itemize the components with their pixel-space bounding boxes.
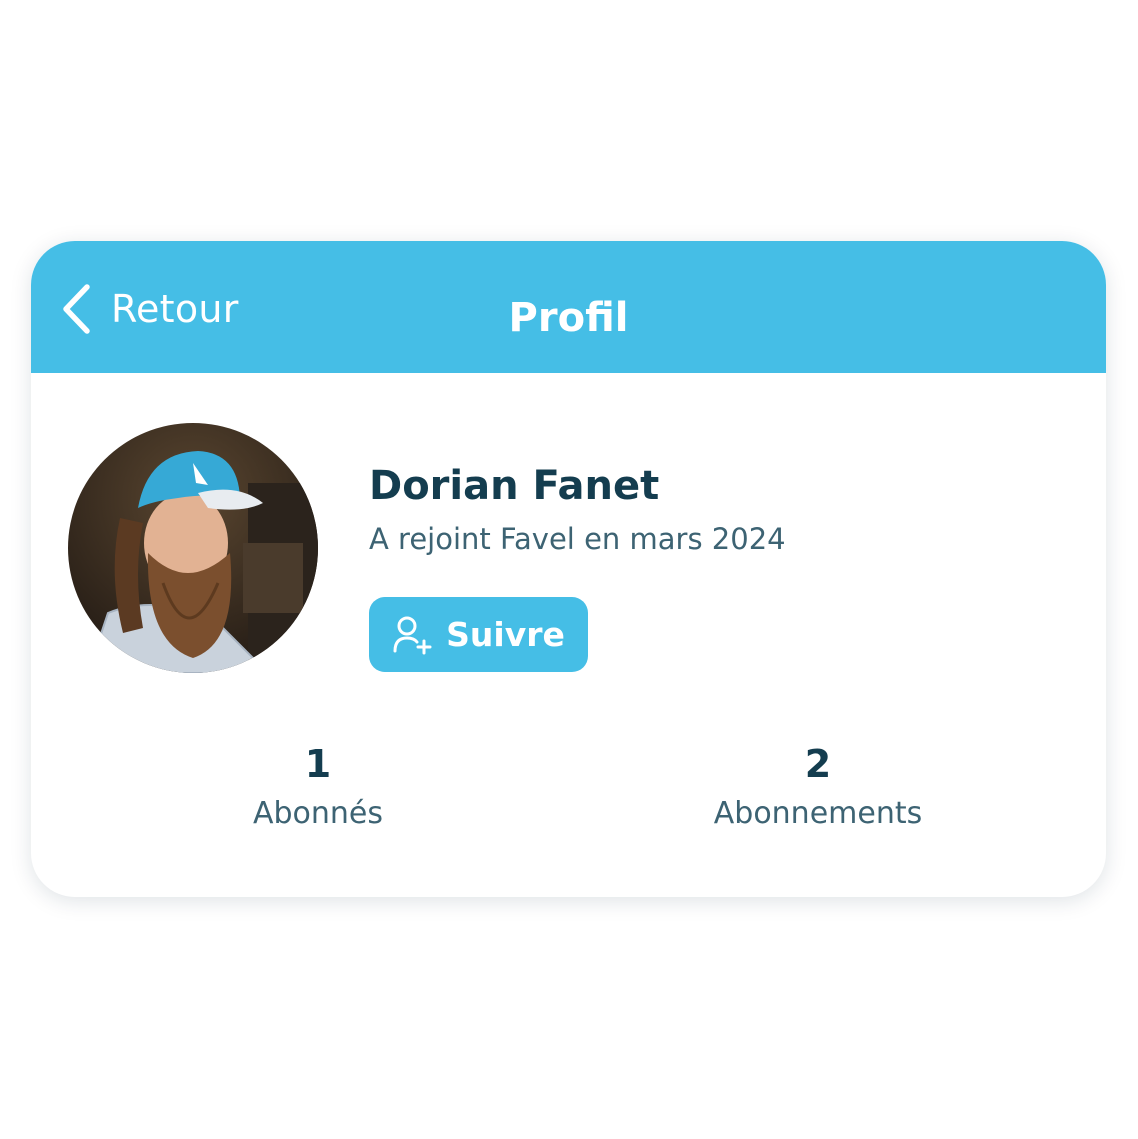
followers-label: Abonnés <box>252 796 384 831</box>
page-title: Profil <box>508 295 629 341</box>
followers-stat[interactable]: 1 Abonnés <box>158 741 478 834</box>
header-bar: Retour Profil <box>31 241 1106 373</box>
user-plus-icon <box>392 615 446 655</box>
follow-button[interactable]: Suivre <box>369 597 588 672</box>
follow-label: Suivre <box>446 615 565 654</box>
joined-date: A rejoint Favel en mars 2024 <box>369 522 786 556</box>
following-label: Abonnements <box>713 796 923 831</box>
profile-name: Dorian Fanet <box>369 463 660 509</box>
following-stat[interactable]: 2 Abonnements <box>658 741 978 834</box>
profile-card: Retour Profil Dorian Fanet A rejoint Fav… <box>31 241 1106 897</box>
avatar <box>68 423 318 673</box>
following-count: 2 <box>804 742 832 786</box>
followers-count: 1 <box>304 742 332 786</box>
